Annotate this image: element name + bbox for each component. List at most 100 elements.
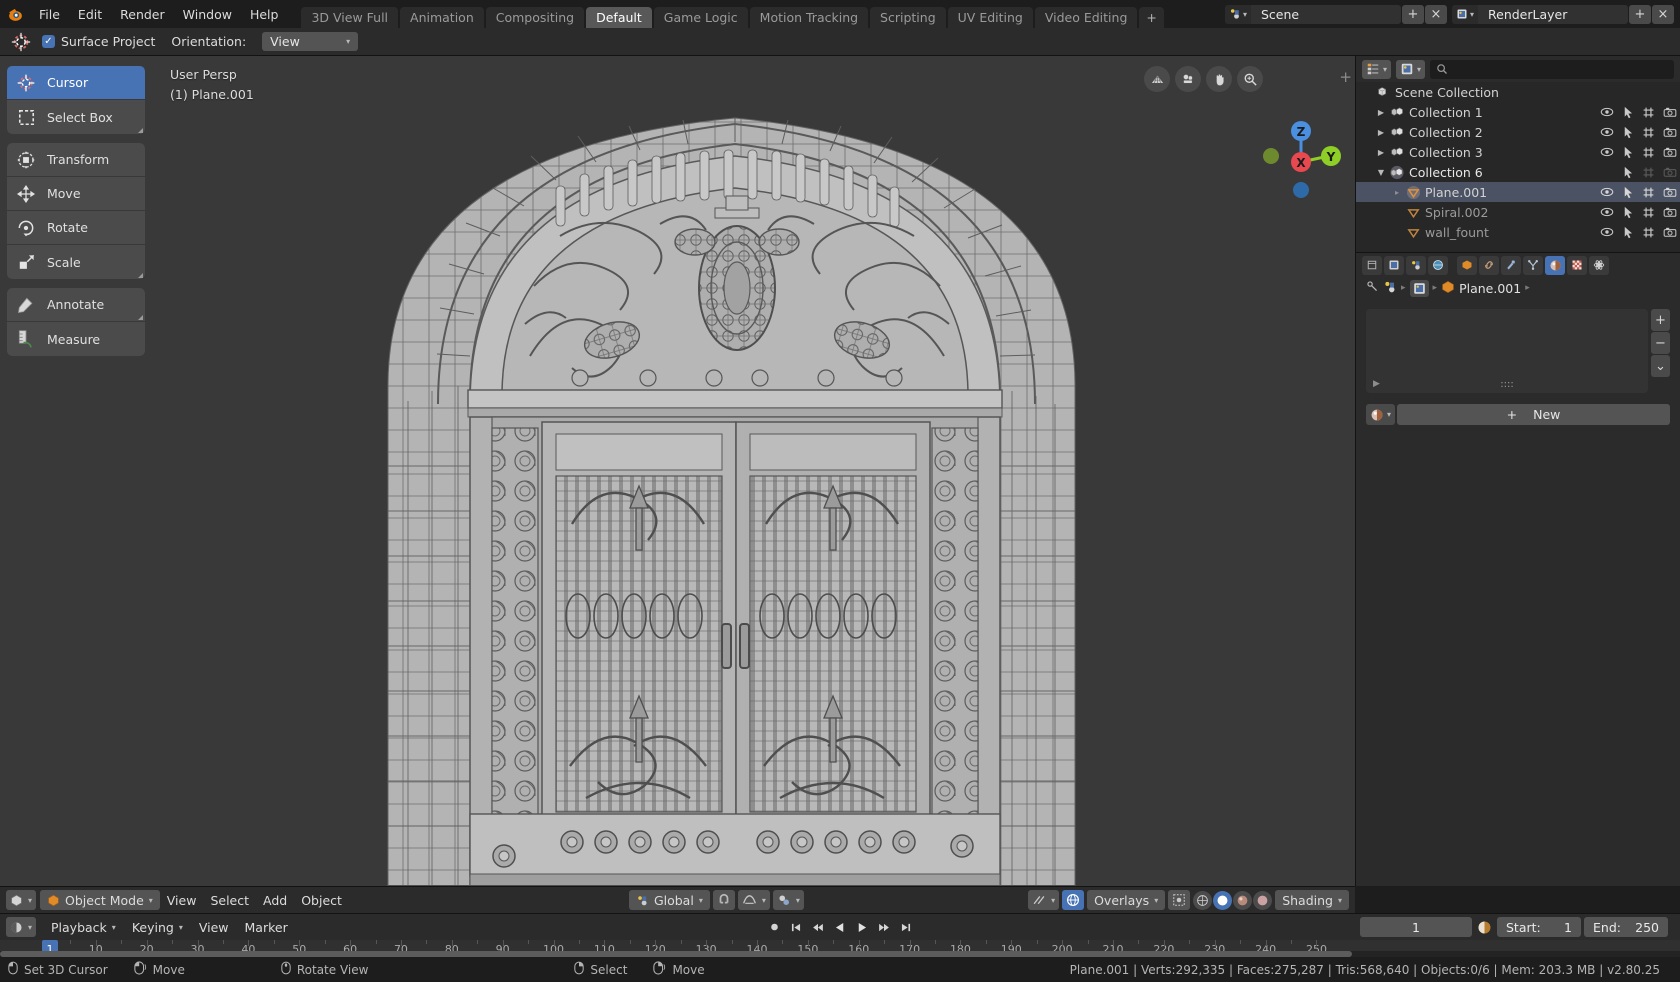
disable-in-renders-icon[interactable] bbox=[1659, 182, 1680, 202]
expand-triangle-icon[interactable]: ▶ bbox=[1374, 108, 1388, 117]
hide-in-viewport-icon[interactable] bbox=[1596, 122, 1617, 142]
physics-tab-icon[interactable] bbox=[1589, 255, 1609, 275]
overlays-dropdown[interactable]: Overlays ▾ bbox=[1087, 890, 1166, 910]
timeline-menu-marker[interactable]: Marker bbox=[238, 917, 295, 937]
disable-selection-icon[interactable] bbox=[1617, 162, 1638, 182]
tool-measure[interactable]: Measure bbox=[7, 322, 145, 356]
outliner-row-collection-3[interactable]: ▶ Collection 3 bbox=[1356, 142, 1680, 162]
shading-dropdown[interactable]: Shading ▾ bbox=[1275, 890, 1349, 910]
disable-in-viewports-icon[interactable] bbox=[1638, 182, 1659, 202]
snap-magnet-icon[interactable] bbox=[712, 890, 735, 910]
outliner-row-collection-6[interactable]: ▼ Collection 6 bbox=[1356, 162, 1680, 182]
timeline-menu-keying[interactable]: Keying ▾ bbox=[125, 917, 190, 937]
outliner-row-spiral-002[interactable]: Spiral.002 bbox=[1356, 202, 1680, 222]
breadcrumb-scene-icon[interactable] bbox=[1383, 280, 1397, 297]
disable-selection-icon[interactable] bbox=[1617, 142, 1638, 162]
disable-in-viewports-icon[interactable] bbox=[1638, 122, 1659, 142]
surface-project-checkbox[interactable]: ✓ bbox=[42, 35, 55, 48]
disable-selection-icon[interactable] bbox=[1617, 182, 1638, 202]
menu-file[interactable]: File bbox=[30, 4, 69, 25]
expand-triangle-icon[interactable]: ▶ bbox=[1373, 379, 1380, 389]
tool-cursor[interactable]: Cursor bbox=[7, 66, 145, 100]
viewlayer-name-field[interactable]: RenderLayer bbox=[1478, 4, 1628, 24]
render-tab-icon[interactable] bbox=[1384, 255, 1404, 275]
tool-rotate[interactable]: Rotate bbox=[7, 211, 145, 245]
shading-mode-group[interactable] bbox=[1193, 890, 1273, 910]
menu-edit[interactable]: Edit bbox=[69, 4, 111, 25]
tab-3d-view-full[interactable]: 3D View Full bbox=[301, 7, 399, 28]
expand-corner-icon[interactable] bbox=[138, 273, 143, 278]
texture-tab-icon[interactable] bbox=[1567, 255, 1587, 275]
viewlayer-selector[interactable]: ▾ RenderLayer bbox=[1451, 4, 1628, 24]
transform-orientation-dropdown[interactable]: Global ▾ bbox=[628, 890, 710, 910]
outliner-row-collection-1[interactable]: ▶ Collection 1 bbox=[1356, 102, 1680, 122]
material-slot-specials-button[interactable]: ⌄ bbox=[1651, 355, 1670, 377]
footer-menu-object[interactable]: Object bbox=[294, 890, 349, 910]
constraints-tab-icon[interactable] bbox=[1479, 255, 1499, 275]
overlays-globe-icon[interactable] bbox=[1062, 890, 1085, 910]
shading-material-preview-button[interactable] bbox=[1233, 890, 1253, 910]
timeline-editor-icon[interactable]: ▾ bbox=[6, 917, 37, 937]
scene-data-icon[interactable]: ▾ bbox=[1224, 4, 1251, 24]
editor-3dview-icon[interactable]: ▾ bbox=[6, 890, 37, 910]
object-tab-icon[interactable] bbox=[1457, 255, 1477, 275]
breadcrumb-viewlayer-icon[interactable] bbox=[1409, 279, 1429, 297]
new-scene-button[interactable]: + bbox=[1401, 4, 1424, 24]
expand-corner-icon[interactable] bbox=[138, 128, 143, 133]
material-slot-list[interactable]: ▶ :::: bbox=[1366, 309, 1648, 393]
jump-to-end-icon[interactable] bbox=[897, 917, 916, 937]
add-material-slot-button[interactable]: + bbox=[1651, 309, 1670, 331]
outliner-filter-dropdown[interactable]: ▾ bbox=[1396, 59, 1426, 79]
xray-toggle-icon[interactable] bbox=[1168, 890, 1191, 910]
breadcrumb-object-icon[interactable] bbox=[1441, 280, 1455, 297]
modifiers-tab-icon[interactable] bbox=[1501, 255, 1521, 275]
remove-material-slot-button[interactable]: − bbox=[1651, 332, 1670, 354]
disable-in-viewports-icon[interactable] bbox=[1638, 222, 1659, 242]
disable-in-renders-icon[interactable] bbox=[1659, 222, 1680, 242]
viewlayer-tab-icon[interactable] bbox=[1428, 255, 1448, 275]
footer-menu-select[interactable]: Select bbox=[203, 890, 256, 910]
expand-triangle-icon[interactable]: ▸ bbox=[1390, 188, 1404, 197]
hand-pan-icon[interactable] bbox=[1206, 66, 1232, 92]
jump-to-start-icon[interactable] bbox=[787, 917, 806, 937]
scene-name-field[interactable]: Scene bbox=[1250, 4, 1401, 24]
tool-transform[interactable]: Transform bbox=[7, 143, 145, 177]
menu-window[interactable]: Window bbox=[174, 4, 241, 25]
outliner-display-mode-dropdown[interactable]: ▾ bbox=[1362, 59, 1392, 79]
tool-move[interactable]: Move bbox=[7, 177, 145, 211]
grip-dots-icon[interactable]: :::: bbox=[1500, 379, 1513, 390]
tab-video-editing[interactable]: Video Editing bbox=[1034, 7, 1138, 28]
open-sidebar-button[interactable]: + bbox=[1339, 68, 1352, 86]
camera-view-icon[interactable] bbox=[1175, 66, 1201, 92]
pin-icon[interactable] bbox=[1366, 280, 1379, 296]
outliner-row-plane-001[interactable]: ▸ Plane.001 bbox=[1356, 182, 1680, 202]
proportional-edit-icon[interactable]: ▾ bbox=[737, 890, 770, 910]
menu-render[interactable]: Render bbox=[111, 4, 174, 25]
expand-triangle-icon[interactable]: ▶ bbox=[1374, 128, 1388, 137]
hide-in-viewport-icon[interactable] bbox=[1596, 222, 1617, 242]
collapse-triangle-icon[interactable]: ▼ bbox=[1374, 168, 1388, 177]
play-icon[interactable] bbox=[853, 917, 872, 937]
blender-logo-icon[interactable] bbox=[0, 0, 30, 28]
output-tab-icon[interactable] bbox=[1406, 255, 1426, 275]
snap-mode-icon[interactable]: ▾ bbox=[772, 890, 804, 910]
disable-in-renders-icon[interactable] bbox=[1659, 102, 1680, 122]
tab-uv-editing[interactable]: UV Editing bbox=[947, 7, 1033, 28]
tool-annotate[interactable]: Annotate bbox=[7, 288, 145, 322]
timeline-menu-playback[interactable]: Playback ▾ bbox=[44, 917, 123, 937]
hide-in-viewport-icon[interactable] bbox=[1596, 182, 1617, 202]
disable-in-viewports-icon[interactable] bbox=[1638, 102, 1659, 122]
disable-in-viewports-icon[interactable] bbox=[1638, 162, 1659, 182]
shading-rendered-button[interactable] bbox=[1253, 890, 1273, 910]
new-viewlayer-button[interactable]: + bbox=[1629, 4, 1651, 24]
hide-in-viewport-icon[interactable] bbox=[1596, 102, 1617, 122]
expand-corner-icon[interactable] bbox=[138, 315, 143, 320]
hide-in-viewport-icon[interactable] bbox=[1596, 162, 1617, 182]
play-reverse-icon[interactable] bbox=[831, 917, 850, 937]
tool-scale[interactable]: Scale bbox=[7, 245, 145, 279]
current-frame-field[interactable]: 1 bbox=[1360, 917, 1472, 937]
scene-selector[interactable]: ▾ Scene bbox=[1224, 4, 1401, 24]
hide-in-viewport-icon[interactable] bbox=[1596, 142, 1617, 162]
particles-tab-icon[interactable] bbox=[1523, 255, 1543, 275]
new-material-button[interactable]: + New bbox=[1397, 404, 1670, 425]
